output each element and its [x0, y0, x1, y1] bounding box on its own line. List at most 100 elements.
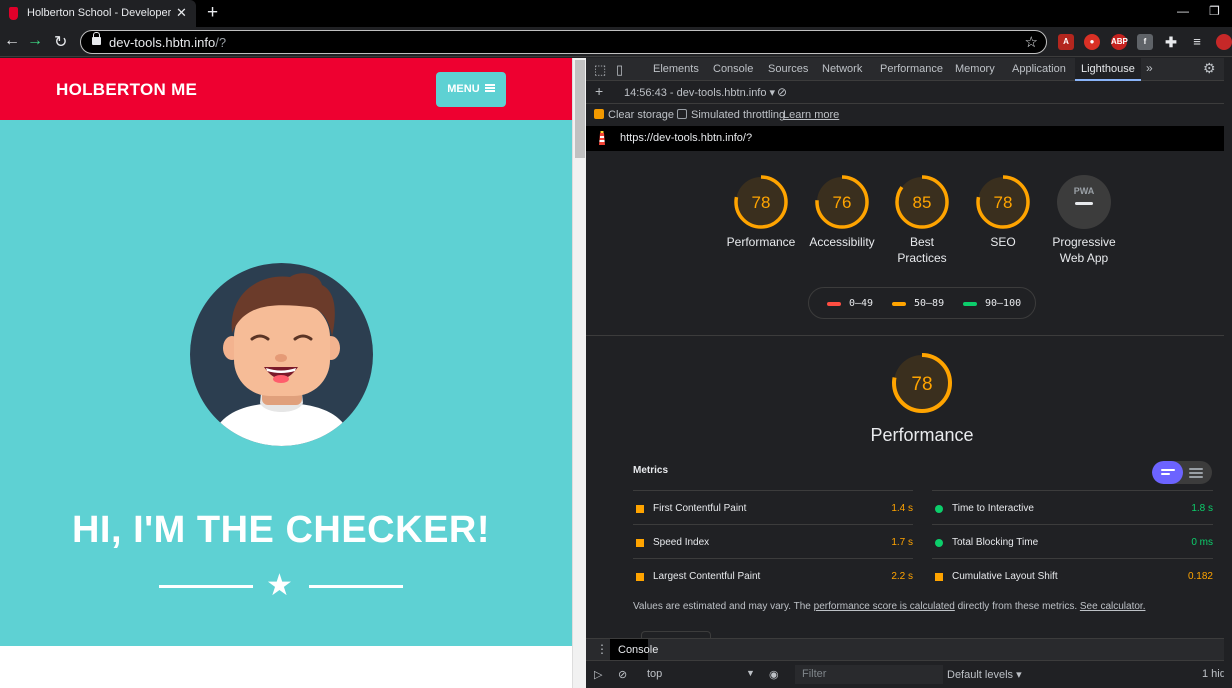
- lighthouse-options: Clear storage Simulated throttling Learn…: [586, 104, 1232, 126]
- gauge-score: 78: [994, 193, 1013, 212]
- site-logo[interactable]: HOLBERTON ME: [56, 80, 197, 100]
- back-arrow-icon[interactable]: ←: [4, 32, 20, 50]
- tab-lighthouse[interactable]: Lighthouse: [1075, 58, 1141, 81]
- tab-close-icon[interactable]: ✕: [176, 5, 187, 21]
- throttling-checkbox[interactable]: [677, 109, 687, 119]
- page-scrollbar[interactable]: [572, 58, 586, 688]
- tab-performance[interactable]: Performance: [880, 63, 943, 75]
- throttling-label: Simulated throttling: [691, 109, 786, 121]
- holberton-favicon-icon: [9, 7, 18, 20]
- gauge-pwa[interactable]: PWA Progressive Web App: [1044, 174, 1124, 266]
- metrics-note: Values are estimated and may vary. The p…: [633, 601, 1146, 612]
- gauge-score: 85: [913, 193, 932, 212]
- tab-elements[interactable]: Elements: [653, 63, 699, 75]
- report-url[interactable]: https://dev-tools.hbtn.info/?: [620, 132, 752, 144]
- settings-gear-icon[interactable]: ⚙: [1203, 60, 1216, 77]
- gauge-seo[interactable]: 78 SEO: [963, 174, 1043, 250]
- address-bar[interactable]: dev-tools.hbtn.info/? ☆: [80, 30, 1047, 54]
- gauge-best-practices[interactable]: 85 Best Practices: [882, 174, 962, 266]
- gauge-label: Performance: [726, 235, 796, 249]
- metric-total-blocking-time[interactable]: Total Blocking Time 0 ms: [932, 524, 1213, 558]
- gauge-ring: 76: [815, 175, 869, 229]
- lighthouse-toolbar: + 14:56:43 - dev-tools.hbtn.info ▾ ⊘: [586, 81, 1232, 104]
- website-viewport: HOLBERTON ME MENU HI, I'M THE CHECKER! ★: [0, 58, 572, 688]
- legend-fail-swatch: [827, 302, 841, 306]
- gauge-score: 78: [911, 374, 932, 395]
- report-selector[interactable]: 14:56:43 - dev-tools.hbtn.info ▾: [624, 86, 775, 99]
- browser-tab-bar: Holberton School - Developer to ✕ + — ❐: [0, 0, 1232, 27]
- legend-pass-swatch: [963, 302, 977, 306]
- restore-icon[interactable]: ❐: [1209, 4, 1220, 18]
- new-report-plus-icon[interactable]: +: [595, 83, 603, 99]
- toggle-line: [1189, 476, 1203, 478]
- profile-avatar-icon[interactable]: [1216, 34, 1232, 50]
- sidebar-toggle-icon[interactable]: ▷: [594, 668, 602, 681]
- gauge-accessibility[interactable]: 76 Accessibility: [802, 174, 882, 250]
- tab-memory[interactable]: Memory: [955, 63, 995, 75]
- devtools-panel: ⬚ ▯ Elements Console Sources Network Per…: [586, 58, 1232, 688]
- average-square-icon: [935, 573, 943, 581]
- clear-storage-label: Clear storage: [608, 109, 675, 121]
- gauge-score: 78: [752, 193, 771, 212]
- divider-line-left: [159, 585, 253, 588]
- gauge-ring: 85: [895, 175, 949, 229]
- drawer-tab-console-label: Console: [618, 644, 659, 656]
- hamburger-icon: [484, 84, 495, 93]
- forward-arrow-icon[interactable]: →: [27, 32, 43, 50]
- inspect-element-icon[interactable]: ⬚: [594, 62, 606, 78]
- see-calculator-link[interactable]: See calculator.: [1080, 601, 1146, 612]
- clear-block-icon[interactable]: ⊘: [777, 85, 787, 99]
- tab-console[interactable]: Console: [713, 63, 753, 75]
- metric-speed-index[interactable]: Speed Index 1.7 s: [633, 524, 913, 558]
- tab-application[interactable]: Application: [1012, 63, 1066, 75]
- lock-icon: [92, 32, 101, 45]
- stop-extension-icon[interactable]: ●: [1084, 34, 1100, 50]
- clear-console-icon[interactable]: ⊘: [618, 668, 627, 681]
- devtools-scrollbar[interactable]: [1224, 58, 1232, 688]
- live-expression-eye-icon[interactable]: ◉: [769, 668, 779, 681]
- gauge-label: Accessibility: [809, 235, 875, 249]
- device-toolbar-icon[interactable]: ▯: [616, 62, 623, 78]
- average-square-icon: [636, 573, 644, 581]
- menu-button[interactable]: MENU: [436, 72, 506, 107]
- new-tab-icon[interactable]: +: [207, 2, 218, 24]
- clear-storage-checkbox[interactable]: [594, 109, 604, 119]
- report-url-bar: https://dev-tools.hbtn.info/?: [586, 126, 1232, 151]
- gauge-performance[interactable]: 78 Performance: [721, 174, 801, 250]
- tab-network[interactable]: Network: [822, 63, 862, 75]
- learn-more-link[interactable]: Learn more: [783, 109, 839, 121]
- performance-main-gauge: 78: [882, 351, 962, 415]
- pass-circle-icon: [935, 539, 943, 547]
- bookmark-star-icon[interactable]: ☆: [1025, 33, 1038, 51]
- metric-first-contentful-paint[interactable]: First Contentful Paint 1.4 s: [633, 490, 913, 524]
- star-icon: ★: [266, 569, 293, 602]
- scrollbar-thumb[interactable]: [575, 60, 585, 158]
- metric-cumulative-layout-shift[interactable]: Cumulative Layout Shift 0.182: [932, 558, 1213, 592]
- hero-title: HI, I'M THE CHECKER!: [71, 509, 491, 551]
- reload-icon[interactable]: ↻: [54, 32, 67, 52]
- metrics-view-toggle[interactable]: [1152, 461, 1212, 484]
- context-selector[interactable]: top: [647, 668, 662, 680]
- context-dropdown-icon[interactable]: ▼: [746, 668, 755, 678]
- browser-tab[interactable]: Holberton School - Developer to ✕: [0, 0, 196, 27]
- reading-list-icon[interactable]: ≡: [1189, 34, 1205, 50]
- facebook-extension-icon[interactable]: f: [1137, 34, 1153, 50]
- pdf-extension-icon[interactable]: A: [1058, 34, 1074, 50]
- gauge-ring: 78: [976, 175, 1030, 229]
- score-calculated-link[interactable]: performance score is calculated: [814, 601, 955, 612]
- console-toolbar: ▷ ⊘ top ▼ ◉ Filter Default levels ▾ 1 hi…: [586, 660, 1232, 688]
- minimize-icon[interactable]: —: [1177, 4, 1189, 18]
- metric-largest-contentful-paint[interactable]: Largest Contentful Paint 2.2 s: [633, 558, 913, 592]
- site-header: HOLBERTON ME MENU: [0, 58, 572, 120]
- legend-average: 50–89: [914, 298, 945, 309]
- metric-time-to-interactive[interactable]: Time to Interactive 1.8 s: [932, 490, 1213, 524]
- tab-sources[interactable]: Sources: [768, 63, 808, 75]
- log-levels-dropdown[interactable]: Default levels ▾: [947, 668, 1022, 681]
- drawer-menu-icon[interactable]: ⋮: [596, 642, 608, 656]
- filter-placeholder: Filter: [802, 668, 827, 680]
- more-tabs-icon[interactable]: »: [1146, 61, 1153, 75]
- extensions-puzzle-icon[interactable]: ✚: [1163, 34, 1179, 50]
- divider-line-right: [309, 585, 403, 588]
- gauge-ring: 78: [892, 353, 952, 413]
- adblock-plus-icon[interactable]: ABP: [1111, 34, 1128, 50]
